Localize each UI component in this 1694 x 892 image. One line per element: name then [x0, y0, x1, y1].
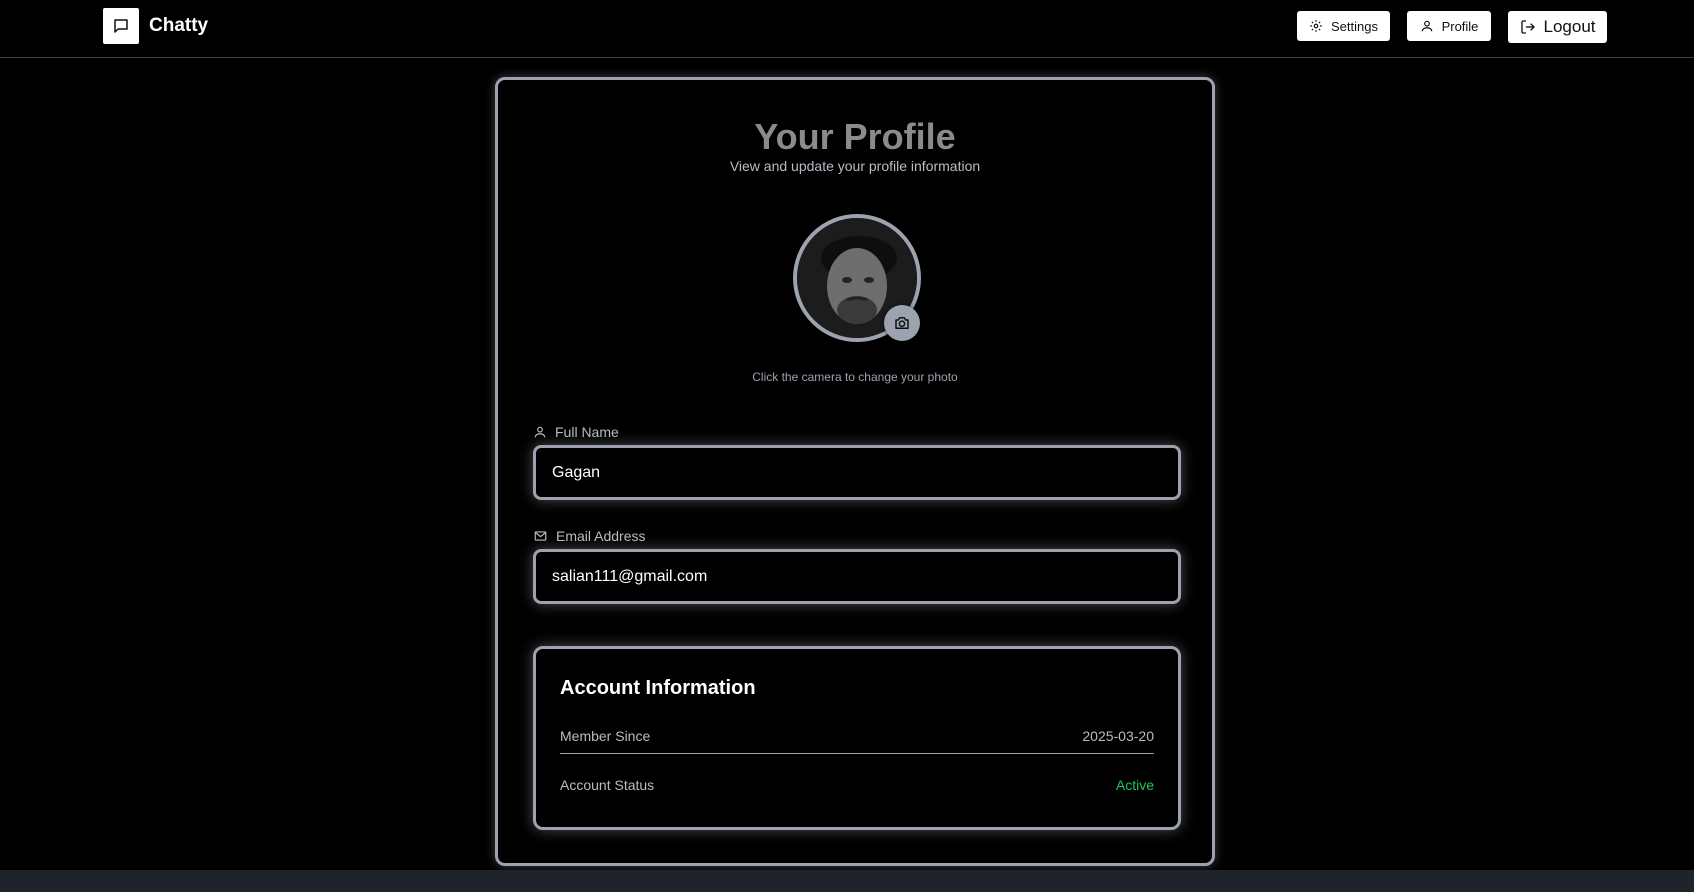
brand[interactable]: Chatty	[103, 8, 208, 44]
mail-icon	[534, 531, 547, 541]
member-since-value: 2025-03-20	[1082, 728, 1154, 744]
logout-label: Logout	[1543, 17, 1596, 36]
full-name-field[interactable]: Gagan	[533, 445, 1181, 500]
email-value: salian111@gmail.com	[552, 567, 708, 585]
profile-label: Profile	[1441, 18, 1479, 34]
brand-name: Chatty	[149, 15, 209, 36]
logout-button[interactable]: Logout	[1508, 11, 1607, 43]
footer-bar	[0, 870, 1694, 892]
account-status-value: Active	[1115, 777, 1154, 793]
profile-button[interactable]: Profile	[1407, 11, 1491, 41]
account-status-label: Account Status	[560, 777, 655, 793]
settings-label: Settings	[1331, 18, 1378, 34]
top-navbar: Chatty Settings Profile Logout	[0, 0, 1694, 58]
full-name-value: Gagan	[552, 463, 601, 481]
page-title: Your Profile	[754, 116, 956, 157]
avatar-hint: Click the camera to change your photo	[752, 370, 958, 384]
chat-bubble-icon	[103, 8, 139, 44]
logout-icon	[1520, 20, 1535, 34]
user-icon	[534, 426, 546, 438]
email-label-text: Email Address	[556, 528, 646, 544]
avatar-container	[793, 214, 921, 342]
full-name-label: Full Name	[533, 424, 619, 440]
profile-card: Your Profile View and update your profil…	[495, 77, 1215, 866]
user-icon	[1421, 20, 1432, 32]
settings-button[interactable]: Settings	[1297, 11, 1390, 41]
camera-icon	[895, 317, 909, 329]
account-information-title: Account Information	[560, 677, 756, 699]
account-information-panel: Account Information Member Since 2025-03…	[533, 646, 1181, 830]
gear-icon	[1310, 20, 1322, 32]
email-field[interactable]: salian111@gmail.com	[533, 549, 1181, 604]
member-since-row: Member Since 2025-03-20	[560, 728, 1154, 754]
page-subtitle: View and update your profile information	[729, 158, 981, 174]
change-photo-button[interactable]	[884, 305, 920, 341]
full-name-label-text: Full Name	[555, 424, 619, 440]
member-since-label: Member Since	[560, 728, 651, 744]
account-status-row: Account Status Active	[560, 777, 1154, 793]
email-label: Email Address	[533, 528, 645, 544]
